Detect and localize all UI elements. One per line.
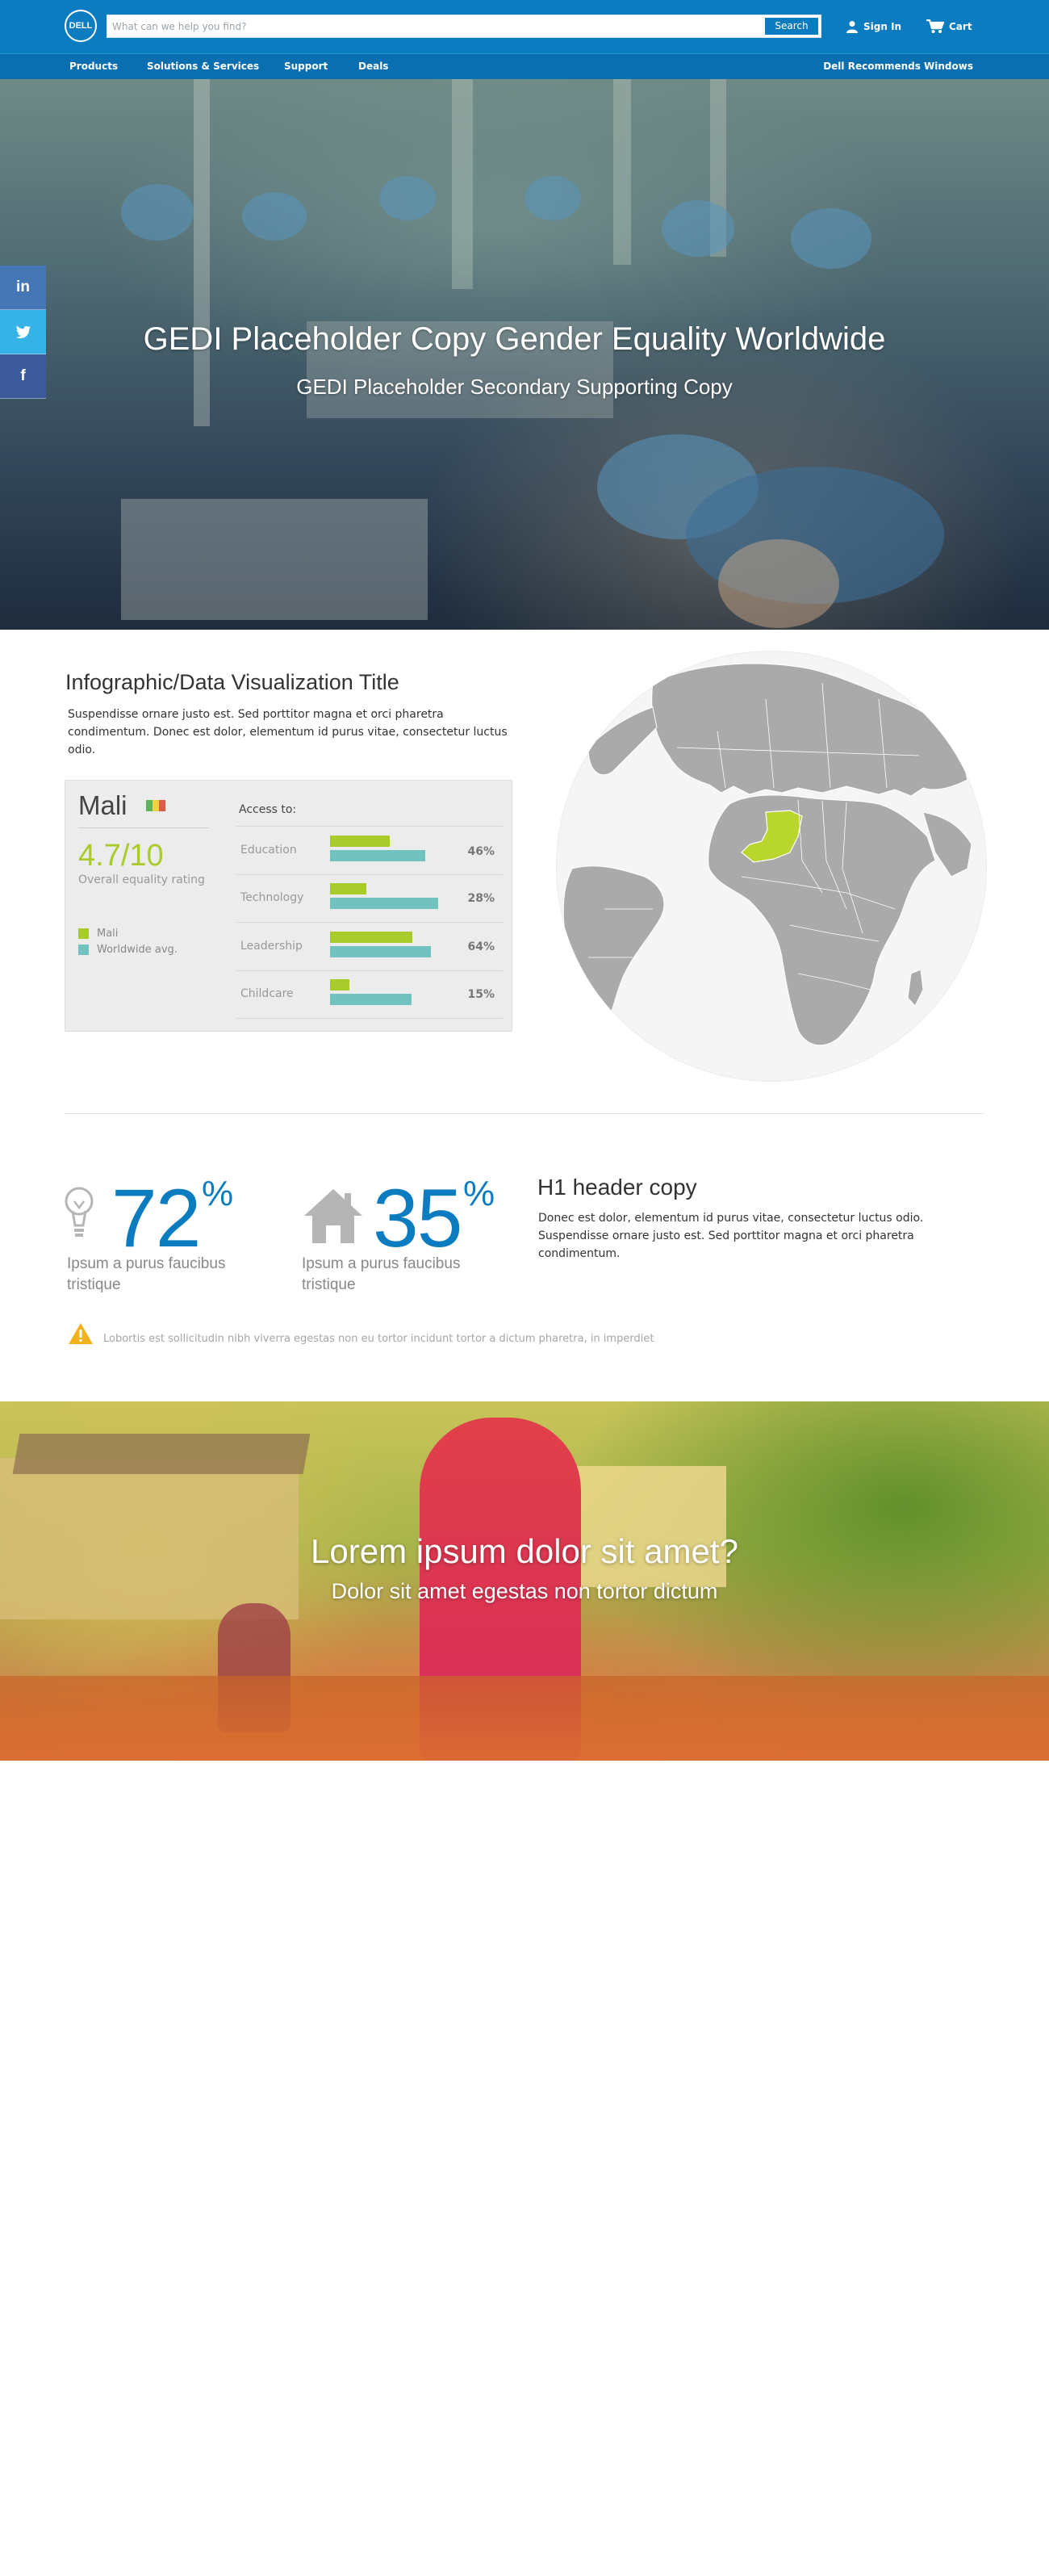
map-land-madagascar <box>907 969 924 1007</box>
hero-banner: GEDI Placeholder Copy Gender Equality Wo… <box>0 79 1049 630</box>
stat-caption: Ipsum a purus faucibus tristique <box>302 1255 461 1293</box>
legend-label: Worldwide avg. <box>97 944 178 956</box>
map-land-north-america <box>587 706 658 776</box>
bar-mali-childcare <box>330 979 349 991</box>
hero2-roof <box>12 1434 311 1474</box>
value-label: 46% <box>467 845 495 858</box>
hero-workbench <box>121 499 428 620</box>
row-divider <box>236 1018 503 1019</box>
nav-products[interactable]: Products <box>69 54 118 79</box>
section-divider <box>65 1113 984 1114</box>
linkedin-share-button[interactable]: in <box>0 266 46 310</box>
category-label: Childcare <box>240 987 294 1000</box>
hero-subtitle: GEDI Placeholder Secondary Supporting Co… <box>296 375 733 399</box>
dell-logo[interactable]: DELL <box>65 10 97 42</box>
search-button[interactable]: Search <box>764 17 819 36</box>
stat-unit: % <box>463 1174 495 1213</box>
hero-worker <box>662 200 734 257</box>
bottom-hero-banner: Lorem ipsum dolor sit amet? Dolor sit am… <box>0 1401 1049 1761</box>
user-icon <box>846 21 858 33</box>
lightbulb-icon <box>65 1187 94 1237</box>
linkedin-icon: in <box>16 279 30 295</box>
search-input[interactable] <box>107 15 763 37</box>
bar-worldwide-avg-technology <box>330 898 438 909</box>
bar-mali-leadership <box>330 932 412 943</box>
stat-unit: % <box>202 1174 234 1213</box>
bar-worldwide-avg-childcare <box>330 994 412 1005</box>
equality-rating-label: Overall equality rating <box>78 873 205 886</box>
stat-caption: Ipsum a purus faucibus tristique <box>67 1255 226 1293</box>
nav-support[interactable]: Support <box>284 54 328 79</box>
twitter-icon <box>15 325 31 338</box>
hero-title: GEDI Placeholder Copy Gender Equality Wo… <box>143 321 886 357</box>
top-bar: DELL Search Sign In Cart <box>0 0 1049 53</box>
hero-pillar <box>613 79 631 265</box>
bar-mali-technology <box>330 883 366 894</box>
country-name: Mali <box>78 790 127 820</box>
bar-mali-education <box>330 836 390 847</box>
nav-solutions-services[interactable]: Solutions & Services <box>147 54 259 79</box>
country-data-panel: Mali 4.7/10 Overall equality rating Mali… <box>65 780 512 1032</box>
map-land-eurasia <box>651 663 968 797</box>
row-divider <box>236 922 503 923</box>
sign-in-label: Sign In <box>863 21 902 32</box>
hero-worker <box>121 184 194 241</box>
nav-dell-recommends-windows[interactable]: Dell Recommends Windows <box>823 54 973 79</box>
category-label: Leadership <box>240 940 303 953</box>
mali-flag-icon <box>146 800 165 811</box>
infographic-description: Suspendisse ornare justo est. Sed portti… <box>68 708 508 756</box>
house-icon <box>304 1189 362 1243</box>
cart-link[interactable]: Cart <box>926 16 972 37</box>
hero2-ground <box>0 1676 1049 1761</box>
facebook-icon: f <box>20 367 26 384</box>
stat-value: 72 <box>111 1172 201 1264</box>
hero-pillar <box>452 79 473 289</box>
nav-deals[interactable]: Deals <box>358 54 388 79</box>
hero-worker <box>379 176 436 220</box>
facebook-share-button[interactable]: f <box>0 354 46 399</box>
map-land-south-america <box>562 865 665 1035</box>
equality-rating: 4.7/10 <box>78 839 164 873</box>
cart-label: Cart <box>949 21 972 32</box>
bar-worldwide-avg-leadership <box>330 946 431 957</box>
access-divider <box>236 826 503 827</box>
h1-body-copy: Donec est dolor, elementum id purus vita… <box>538 1212 924 1260</box>
h1-header-copy: H1 header copy <box>537 1175 697 1200</box>
hero2-subtitle: Dolor sit amet egestas non tortor dictum <box>331 1579 718 1603</box>
search-box: Search <box>107 15 821 38</box>
sign-in-link[interactable]: Sign In <box>846 16 901 37</box>
map-land-arabia <box>922 811 972 878</box>
map-land-africa <box>708 794 936 1046</box>
category-label: Technology <box>240 891 304 904</box>
globe-svg <box>562 663 972 1046</box>
bar-worldwide-avg-education <box>330 850 425 861</box>
value-label: 28% <box>467 892 495 905</box>
twitter-share-button[interactable] <box>0 310 46 354</box>
hero-worker <box>524 176 581 220</box>
hero-worker <box>242 192 307 241</box>
infographic-title: Infographic/Data Visualization Title <box>65 670 399 694</box>
legend-item-worldwide: Worldwide avg. <box>78 944 178 956</box>
stat-value: 35 <box>373 1172 462 1264</box>
legend-swatch-mali <box>78 928 89 939</box>
value-label: 64% <box>467 940 495 953</box>
panel-divider <box>78 827 209 828</box>
hero2-title: Lorem ipsum dolor sit amet? <box>311 1532 738 1570</box>
main-nav: Products Solutions & Services Support De… <box>0 53 1049 79</box>
hero-worker <box>718 539 839 628</box>
row-divider <box>236 874 503 875</box>
category-label: Education <box>240 844 297 857</box>
legend-swatch-worldwide <box>78 945 89 955</box>
hero-worker <box>791 208 871 269</box>
row-divider <box>236 970 503 971</box>
legend-label: Mali <box>97 928 119 940</box>
warning-icon <box>69 1323 93 1344</box>
legend-item-mali: Mali <box>78 928 118 940</box>
cart-icon <box>926 19 944 33</box>
value-label: 15% <box>467 988 495 1001</box>
warning-text: Lobortis est sollicitudin nibh viverra e… <box>103 1333 654 1345</box>
access-to-label: Access to: <box>239 803 297 816</box>
world-globe-map <box>556 651 987 1082</box>
